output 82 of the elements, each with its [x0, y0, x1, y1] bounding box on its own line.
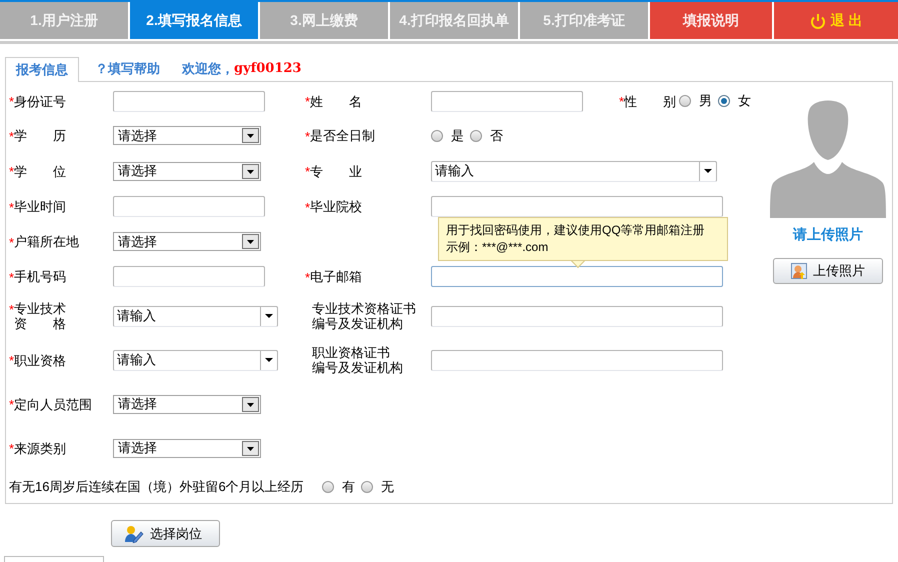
option-label: 有 [342, 478, 355, 496]
select-position-button[interactable]: 选择岗位 [111, 520, 220, 547]
option-label: 无 [381, 478, 394, 496]
required-mark: * [619, 94, 624, 109]
radio-button[interactable] [679, 95, 691, 107]
field-label: 是否全日制 [310, 128, 376, 143]
field-label: 毕业时间 [14, 199, 66, 214]
radio-button[interactable] [470, 130, 482, 142]
required-mark: * [305, 94, 310, 109]
option-label: 女 [738, 92, 751, 110]
option-label: 男 [699, 92, 712, 110]
text-field[interactable] [113, 266, 265, 287]
dropdown[interactable]: 请选择 [113, 126, 261, 145]
dropdown[interactable]: 请选择 [113, 394, 261, 414]
radio-button[interactable] [322, 480, 334, 492]
field-label: 电子邮箱 [310, 269, 362, 284]
text-field[interactable] [431, 266, 723, 287]
person-edit-icon [124, 524, 144, 542]
text-field[interactable] [113, 196, 265, 217]
form-tab[interactable]: 报考信息 [5, 57, 79, 82]
dropdown[interactable]: 请选择 [113, 232, 261, 251]
field-label: 姓 名 [310, 94, 362, 108]
option-label: 否 [490, 126, 503, 145]
required-mark: * [9, 302, 14, 317]
required-mark: * [9, 128, 14, 144]
tooltip: 用于找回密码使用，建议使用QQ等常用邮箱注册 示例：***@***.com [438, 217, 728, 261]
radio-button[interactable] [361, 480, 373, 492]
field-label: 来源类别 [14, 440, 66, 456]
welcome-text: 欢迎您， [182, 60, 234, 78]
required-mark: * [9, 397, 14, 412]
required-mark: * [305, 270, 310, 284]
field-label: 专业技术 [14, 301, 66, 316]
text-field[interactable] [431, 350, 723, 370]
field-label: 编号及发证机构 [312, 316, 404, 331]
power-icon [810, 12, 825, 28]
field-label: 有无16周岁后连续在国（境）外驻留6个月以上经历 [8, 478, 305, 496]
text-field[interactable] [431, 196, 723, 217]
required-mark: * [9, 353, 14, 368]
text-field[interactable] [431, 90, 583, 112]
dropdown[interactable]: 请选择 [113, 438, 261, 458]
required-mark: * [9, 164, 14, 179]
text-field[interactable] [113, 90, 265, 112]
person-upload-icon [791, 263, 807, 279]
field-label: 手机号码 [14, 269, 66, 284]
radio-button[interactable] [718, 95, 730, 107]
field-label: 专业技术资格证书 [312, 301, 416, 316]
combo-field[interactable]: 请输入 [113, 306, 278, 326]
field-label: 定向人员范围 [14, 396, 92, 412]
field-label: 性 别 [624, 94, 676, 108]
required-mark: * [9, 234, 14, 250]
option-label: 是 [451, 126, 464, 145]
field-label: 专 业 [310, 164, 362, 178]
field-label: 学 历 [14, 128, 66, 143]
instructions-tab[interactable]: 填报说明 [650, 2, 772, 39]
combo-field[interactable]: 请输入 [113, 350, 278, 370]
username: gyf00123 [234, 60, 302, 78]
caret-icon [265, 314, 273, 318]
required-mark: * [9, 270, 14, 284]
required-mark: * [305, 164, 310, 179]
field-label: 毕业院校 [310, 199, 362, 214]
field-label: 户籍所在地 [14, 234, 80, 249]
caret-icon [265, 358, 273, 362]
upload-photo-button[interactable]: 上传照片 [773, 258, 883, 284]
field-label: 职业资格证书 [312, 345, 391, 360]
field-label: 学 位 [14, 164, 66, 178]
required-mark: * [9, 441, 14, 456]
required-mark: * [9, 200, 14, 214]
dropdown[interactable]: 请选择 [113, 162, 261, 180]
required-mark: * [305, 200, 310, 214]
required-mark: * [9, 94, 14, 109]
field-label: 编号及发证机构 [312, 360, 403, 375]
text-field[interactable] [431, 306, 723, 326]
field-label: 身份证号 [14, 94, 66, 108]
combo-field[interactable]: 请输入 [431, 160, 717, 182]
field-label: 职业资格 [14, 352, 66, 368]
field-label: 资 格 [14, 316, 66, 331]
caret-icon [704, 169, 712, 173]
photo-caption: 请上传照片 [793, 225, 863, 244]
radio-button[interactable] [431, 130, 443, 142]
help-link[interactable]: ？填写帮助 [85, 56, 170, 81]
step-tab[interactable]: 2.填写报名信息 [130, 2, 258, 39]
required-mark: * [305, 128, 310, 144]
